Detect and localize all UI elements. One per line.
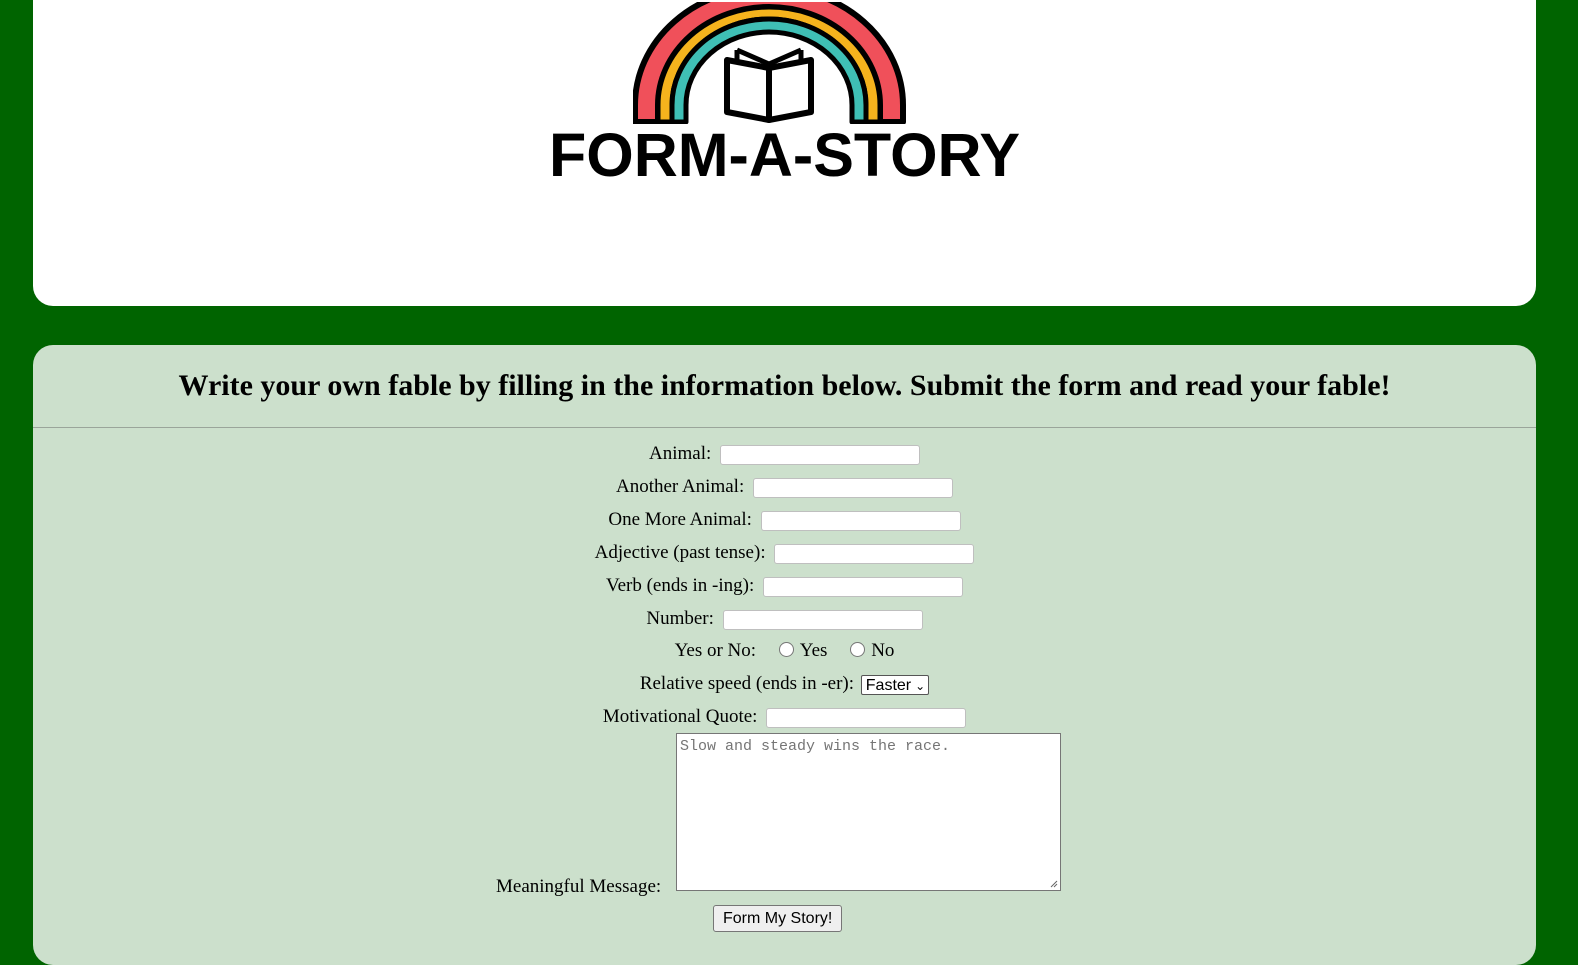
animal-row: Animal:	[33, 442, 1536, 466]
meaningful-message-placeholder: Slow and steady wins the race.	[680, 738, 951, 755]
relative-speed-select[interactable]: Faster ⌄	[860, 674, 930, 695]
verb-input[interactable]	[763, 576, 964, 597]
number-row: Number:	[33, 607, 1536, 631]
relative-speed-value: Faster	[865, 676, 912, 694]
another-animal-row: Another Animal:	[33, 475, 1536, 499]
another-animal-label: Another Animal:	[616, 476, 745, 497]
meaningful-message-textarea[interactable]: Slow and steady wins the race.	[676, 733, 1061, 891]
motivational-quote-input[interactable]	[766, 707, 967, 728]
rainbow-book-icon	[633, 2, 906, 124]
adjective-row: Adjective (past tense):	[33, 541, 1536, 565]
resize-grip-icon[interactable]	[1050, 880, 1058, 888]
relative-speed-row: Relative speed (ends in -er): Faster ⌄	[33, 672, 1536, 696]
no-radio-label: No	[871, 640, 895, 661]
yes-or-no-label: Yes or No:	[674, 640, 757, 661]
fable-form: Write your own fable by filling in the i…	[33, 345, 1536, 965]
yes-radio-label: Yes	[799, 640, 828, 661]
animal-label: Animal:	[648, 443, 712, 464]
chevron-down-icon: ⌄	[915, 678, 926, 693]
logo-wordmark: FORM-A-STORY	[548, 121, 1021, 189]
divider	[33, 427, 1536, 428]
motivational-quote-label: Motivational Quote:	[602, 706, 758, 727]
number-label: Number:	[646, 608, 714, 629]
relative-speed-label: Relative speed (ends in -er):	[639, 673, 855, 694]
verb-label: Verb (ends in -ing):	[605, 575, 755, 596]
header-card: FORM-A-STORY	[33, 0, 1536, 306]
form-my-story-button[interactable]: Form My Story!	[713, 905, 843, 932]
motivational-quote-row: Motivational Quote:	[33, 705, 1536, 729]
form-intro: Write your own fable by filling in the i…	[178, 369, 1391, 402]
number-input[interactable]	[722, 609, 923, 630]
yes-radio[interactable]	[778, 642, 794, 658]
yes-or-no-row: Yes or No: Yes No	[33, 639, 1536, 663]
one-more-animal-input[interactable]	[760, 510, 961, 531]
verb-row: Verb (ends in -ing):	[33, 574, 1536, 598]
animal-input[interactable]	[720, 444, 921, 465]
meaningful-message-label: Meaningful Message:	[496, 876, 662, 897]
adjective-label: Adjective (past tense):	[594, 542, 766, 563]
no-radio[interactable]	[850, 642, 866, 658]
another-animal-input[interactable]	[752, 477, 953, 498]
one-more-animal-label: One More Animal:	[608, 509, 752, 530]
one-more-animal-row: One More Animal:	[33, 508, 1536, 532]
adjective-input[interactable]	[774, 543, 975, 564]
